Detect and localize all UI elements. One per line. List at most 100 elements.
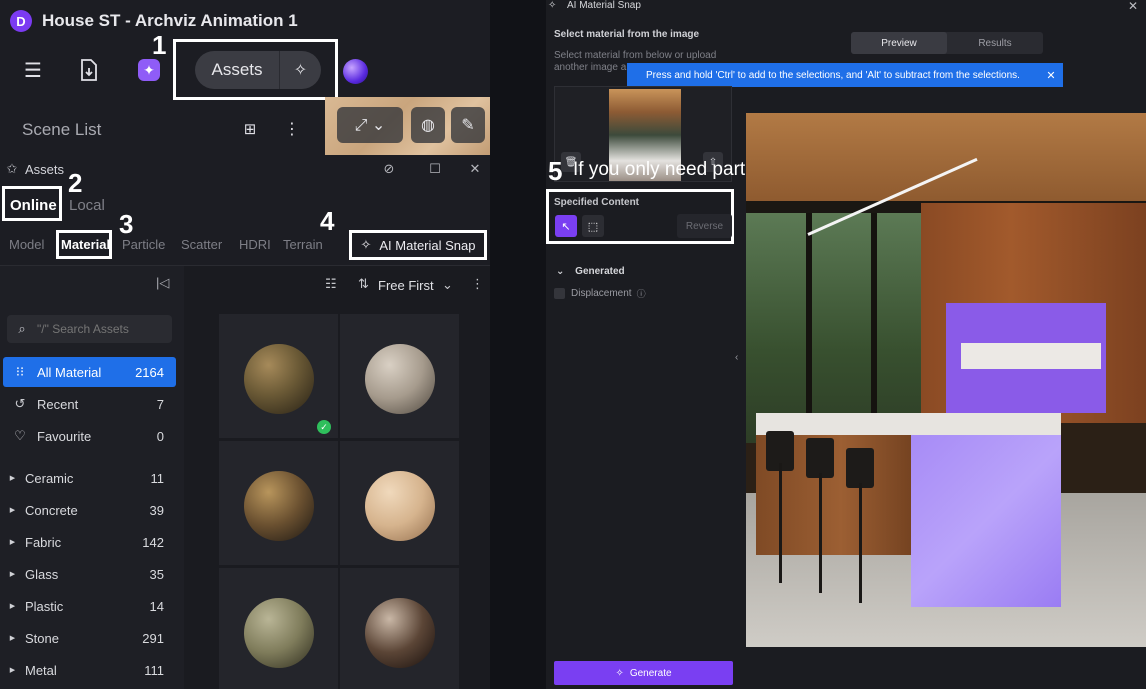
reverse-button[interactable]: Reverse: [677, 214, 732, 238]
sidebar-item-label: Recent: [37, 396, 79, 412]
material-tile[interactable]: [340, 441, 459, 565]
history-icon: ↺: [14, 396, 26, 411]
sidebar-item-favourite[interactable]: ♡ Favourite 0: [3, 421, 176, 451]
render-island-top: [756, 413, 1061, 435]
sort-dropdown[interactable]: Free First: [378, 278, 434, 293]
category-item-ceramic[interactable]: ▶ Ceramic 11: [0, 464, 176, 492]
search-icon: ⌕: [18, 321, 26, 336]
caret-right-icon: ▶: [9, 603, 16, 610]
project-title: House ST - Archviz Animation 1: [42, 11, 298, 30]
displacement-checkbox[interactable]: [554, 288, 565, 299]
eyedropper-icon[interactable]: ✎: [451, 107, 485, 143]
render-ceiling: [746, 113, 1146, 203]
tab-results[interactable]: Results: [947, 32, 1043, 54]
caret-right-icon: ▶: [9, 507, 16, 514]
category-item-fabric[interactable]: ▶ Fabric 142: [0, 528, 176, 556]
material-tile[interactable]: [219, 568, 338, 689]
material-sphere: [365, 471, 435, 541]
caret-right-icon: ▶: [9, 475, 16, 482]
sidebar-item-count: 0: [156, 428, 164, 444]
hint-toast: Press and hold 'Ctrl' to add to the sele…: [627, 63, 1063, 87]
window-title: AI Material Snap: [567, 0, 641, 11]
tab-local[interactable]: Local: [69, 197, 105, 214]
unpin-icon[interactable]: ⊘: [380, 160, 398, 178]
sidebar-item-all-material[interactable]: ⁝⁝ All Material 2164: [3, 357, 176, 387]
generate-button-label: Generate: [629, 667, 672, 679]
material-tile[interactable]: ✓: [219, 314, 338, 438]
category-count: 35: [149, 566, 164, 582]
collapse-panel-icon[interactable]: ‹: [735, 352, 738, 363]
material-tile[interactable]: [340, 314, 459, 438]
category-item-metal[interactable]: ▶ Metal 111: [0, 656, 176, 684]
info-icon[interactable]: ⓘ: [637, 287, 646, 300]
material-sphere: [244, 471, 314, 541]
generated-section-header[interactable]: ⌄ Generated: [556, 266, 625, 277]
maximize-icon[interactable]: ☐: [426, 160, 444, 178]
displacement-label: Displacement: [571, 288, 632, 299]
preview-results-toggle: Preview Results: [851, 32, 1043, 54]
render-stool-leg: [859, 483, 862, 603]
highlight-box-1: [173, 39, 338, 100]
editor-left-panel: D House ST - Archviz Animation 1 ☰ ✦ Ass…: [0, 0, 490, 689]
displacement-option[interactable]: Displacement ⓘ: [554, 287, 646, 300]
generated-title: Generated: [575, 266, 625, 277]
category-item-stone[interactable]: ▶ Stone 291: [0, 624, 176, 652]
highlight-box-2: [2, 186, 62, 221]
generate-button[interactable]: ✧ Generate: [554, 661, 733, 685]
tab-model[interactable]: Model: [9, 237, 44, 252]
sidebar-item-count: 2164: [135, 364, 164, 380]
gradient-orb-icon[interactable]: [343, 59, 368, 84]
category-count: 291: [142, 630, 164, 646]
scene-list-title: Scene List: [22, 120, 102, 139]
assets-panel-title: Assets: [25, 162, 65, 177]
tab-terrain[interactable]: Terrain: [283, 237, 323, 252]
more-options-icon[interactable]: ⋮: [471, 276, 484, 292]
render-stool: [806, 438, 834, 478]
section-title: Select material from the image: [554, 29, 700, 40]
add-scene-icon[interactable]: ⊞: [237, 116, 263, 142]
tab-hdri[interactable]: HDRI: [239, 237, 271, 252]
material-sidebar: |◁ ⌕ ⁝⁝ All Material 2164 ↺ Recent 7 ♡ F…: [0, 265, 184, 689]
category-item-glass[interactable]: ▶ Glass 35: [0, 560, 176, 588]
ai-material-snap-window: ✧ AI Material Snap ✕ Select material fro…: [546, 0, 1146, 689]
render-mullion: [871, 213, 877, 443]
annotation-number-1: 1: [152, 30, 167, 60]
category-tabs: Model Material Particle Scatter HDRI Ter…: [0, 237, 340, 257]
chevron-down-icon[interactable]: ⌄: [442, 277, 453, 293]
heart-icon: ♡: [14, 428, 26, 443]
checklist-icon[interactable]: ☷: [325, 276, 337, 292]
sidebar-item-label: All Material: [37, 364, 102, 380]
title-bar: D House ST - Archviz Animation 1: [0, 0, 490, 42]
scene-list-header: Scene List ⊞ ⋮: [0, 100, 325, 156]
transform-dropdown-icon[interactable]: ⤢ ⌄: [337, 107, 403, 143]
material-sphere: [365, 344, 435, 414]
category-item-plastic[interactable]: ▶ Plastic 14: [0, 592, 176, 620]
downloaded-check-icon: ✓: [317, 420, 331, 434]
ai-assistant-icon[interactable]: ✦: [138, 59, 160, 81]
close-icon[interactable]: ✕: [1128, 0, 1138, 13]
collapse-sidebar-icon[interactable]: |◁: [156, 275, 169, 291]
search-input[interactable]: [37, 322, 167, 336]
sidebar-item-label: Favourite: [37, 428, 92, 444]
globe-icon[interactable]: ◍: [411, 107, 445, 143]
pointer-select-icon[interactable]: ↖: [555, 215, 577, 237]
material-tile[interactable]: [219, 441, 338, 565]
file-download-icon[interactable]: [76, 57, 102, 83]
category-item-concrete[interactable]: ▶ Concrete 39: [0, 496, 176, 524]
more-options-icon[interactable]: ⋮: [279, 116, 305, 142]
hamburger-menu-icon[interactable]: ☰: [20, 57, 46, 83]
tab-scatter[interactable]: Scatter: [181, 237, 222, 252]
material-tile[interactable]: [340, 568, 459, 689]
hint-toast-text: Press and hold 'Ctrl' to add to the sele…: [646, 69, 1020, 81]
close-icon[interactable]: ✕: [466, 160, 484, 178]
sidebar-item-recent[interactable]: ↺ Recent 7: [3, 389, 176, 419]
tab-preview[interactable]: Preview: [851, 32, 947, 54]
chevron-down-icon: ⌄: [556, 266, 565, 277]
grid-dots-icon: ⁝⁝: [15, 364, 25, 379]
preview-render-image[interactable]: [746, 113, 1146, 647]
render-stool-leg: [779, 463, 782, 583]
category-label: Concrete: [25, 502, 78, 518]
sort-icon[interactable]: ⇅: [358, 276, 369, 292]
close-icon[interactable]: ✕: [1039, 69, 1063, 82]
marquee-select-icon[interactable]: ⬚: [582, 215, 604, 237]
